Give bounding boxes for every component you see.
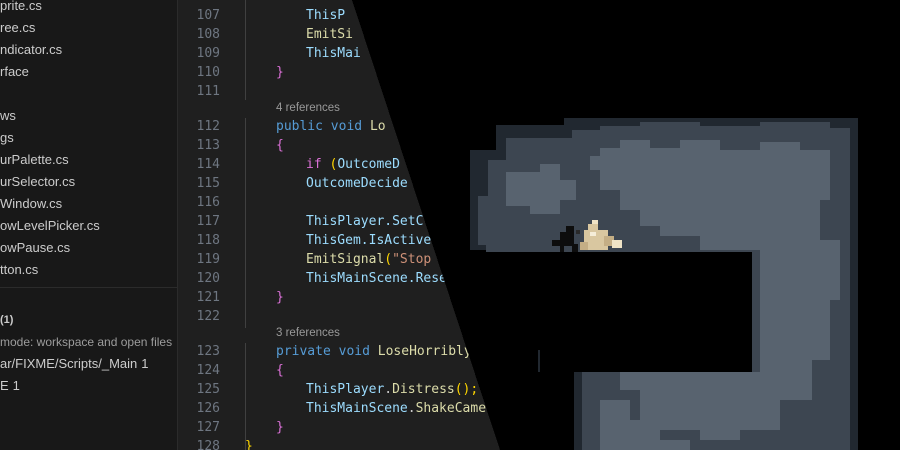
code-line: ThisMainScene.ShakeCamer: [306, 401, 494, 416]
line-number: 124: [196, 363, 220, 378]
line-number: 128: [196, 439, 220, 450]
line-number: 115: [196, 176, 220, 191]
line-number: 110: [196, 65, 220, 80]
file-item[interactable]: owLevelPicker.cs: [0, 215, 100, 237]
line-number: 125: [196, 382, 220, 397]
problems-panel-header[interactable]: (1): [0, 309, 13, 331]
folder-name: rface: [0, 64, 29, 79]
line-number: 114: [196, 157, 220, 172]
method-name-token: LoseHorribly: [377, 344, 472, 359]
code-line: }: [276, 65, 284, 80]
code-line: ThisMainScene.Rese: [306, 271, 447, 286]
code-line: {: [276, 363, 284, 378]
problems-scope-note: mode: workspace and open files: [0, 331, 172, 353]
file-name: ndicator.cs: [0, 42, 63, 57]
file-name: urPalette.cs: [0, 152, 69, 167]
folder-item[interactable]: ws: [0, 105, 16, 127]
line-number: 112: [196, 119, 220, 134]
file-name: prite.cs: [0, 0, 42, 13]
file-name: owPause.cs: [0, 240, 71, 255]
code-editor[interactable]: 107 ThisP 108 EmitSi 109 ThisMai 110 } 1…: [178, 0, 900, 450]
file-name: owLevelPicker.cs: [0, 218, 100, 233]
references-codelens[interactable]: 3 references: [276, 325, 340, 342]
folder-item[interactable]: gs: [0, 127, 14, 149]
line-number: 119: [196, 252, 220, 267]
method-name-token: Lo: [369, 119, 386, 134]
string-token: "Stop: [392, 252, 432, 267]
keyword-token: private: [276, 344, 331, 359]
code-line: EmitSi: [306, 27, 353, 42]
method-call-token: ShakeCamer: [415, 401, 494, 416]
file-item[interactable]: tton.cs: [0, 259, 38, 281]
folder-name: ws: [0, 108, 16, 123]
line-number: 107: [196, 8, 220, 23]
problem-count-badge: 1: [141, 356, 149, 371]
keyword-token: public: [276, 119, 323, 134]
problem-entry[interactable]: ar/FIXME/Scripts/_Main 1: [0, 353, 149, 375]
references-codelens[interactable]: 4 references: [276, 100, 340, 117]
problem-path: E: [0, 378, 9, 393]
keyword-token: if: [306, 157, 322, 172]
line-number: 117: [196, 214, 220, 229]
code-line: ThisP: [306, 8, 346, 23]
file-name: tton.cs: [0, 262, 39, 277]
line-number: 109: [196, 46, 220, 61]
code-line: ThisMai: [306, 46, 361, 61]
line-number: 122: [196, 309, 220, 324]
file-name: ree.cs: [0, 20, 36, 35]
line-number: 118: [196, 233, 220, 248]
file-item[interactable]: ree.cs: [0, 17, 35, 39]
paren-token: (: [384, 252, 393, 267]
indent-guide: [245, 343, 246, 450]
line-number: 126: [196, 401, 220, 416]
panel-divider: [0, 287, 177, 288]
code-line: {: [276, 138, 284, 153]
file-name: Window.cs: [0, 196, 63, 211]
identifier-token: ThisPlayer: [306, 382, 385, 397]
keyword-token: void: [330, 119, 363, 134]
folder-name: gs: [0, 130, 14, 145]
file-item[interactable]: Window.cs: [0, 193, 62, 215]
line-number: 123: [196, 344, 220, 359]
code-line: }: [276, 290, 284, 305]
line-number: 111: [196, 84, 220, 99]
problem-entry[interactable]: E1: [0, 375, 20, 397]
code-line: if (OutcomeD: [306, 155, 400, 174]
code-line: ThisPlayer.Distress();: [306, 382, 479, 397]
line-number: 127: [196, 420, 220, 435]
line-number: 108: [196, 27, 220, 42]
code-line: ThisGem.IsActive: [306, 233, 432, 248]
file-item[interactable]: urSelector.cs: [0, 171, 75, 193]
problem-path: ar/FIXME/Scripts/_Main: [0, 356, 138, 371]
problems-count: (1): [0, 314, 14, 326]
file-item[interactable]: prite.cs: [0, 0, 42, 17]
file-name: urSelector.cs: [0, 174, 76, 189]
code-line: ThisPlayer.SetC: [306, 214, 424, 229]
folder-item[interactable]: rface: [0, 61, 29, 83]
explorer-sidebar: prite.cs ree.cs ndicator.cs rface ws gs …: [0, 0, 177, 450]
file-item[interactable]: ndicator.cs: [0, 39, 62, 61]
identifier-token: OutcomeD: [337, 157, 400, 172]
keyword-token: void: [338, 344, 370, 359]
line-number: 113: [196, 138, 220, 153]
line-number: 121: [196, 290, 220, 305]
code-line: }: [245, 439, 253, 450]
code-line: private void LoseHorribly: [276, 342, 472, 361]
line-number: 120: [196, 271, 220, 286]
code-line: public void Lo: [276, 117, 386, 136]
code-line: }: [276, 420, 284, 435]
indent-guide: [245, 118, 246, 328]
function-token: EmitSignal: [306, 252, 385, 267]
indent-guide: [245, 0, 246, 100]
code-line: EmitSignal("Stop: [306, 250, 431, 269]
problem-count-badge: 1: [12, 378, 20, 393]
line-number: 116: [196, 195, 220, 210]
identifier-token: ThisMainScene: [306, 401, 408, 416]
file-item[interactable]: owPause.cs: [0, 237, 70, 259]
paren-token: ();: [454, 382, 479, 397]
scope-note-text: mode: workspace and open files: [0, 335, 173, 349]
method-call-token: Distress: [392, 382, 455, 397]
code-line: OutcomeDecide: [306, 176, 408, 191]
file-item[interactable]: urPalette.cs: [0, 149, 69, 171]
